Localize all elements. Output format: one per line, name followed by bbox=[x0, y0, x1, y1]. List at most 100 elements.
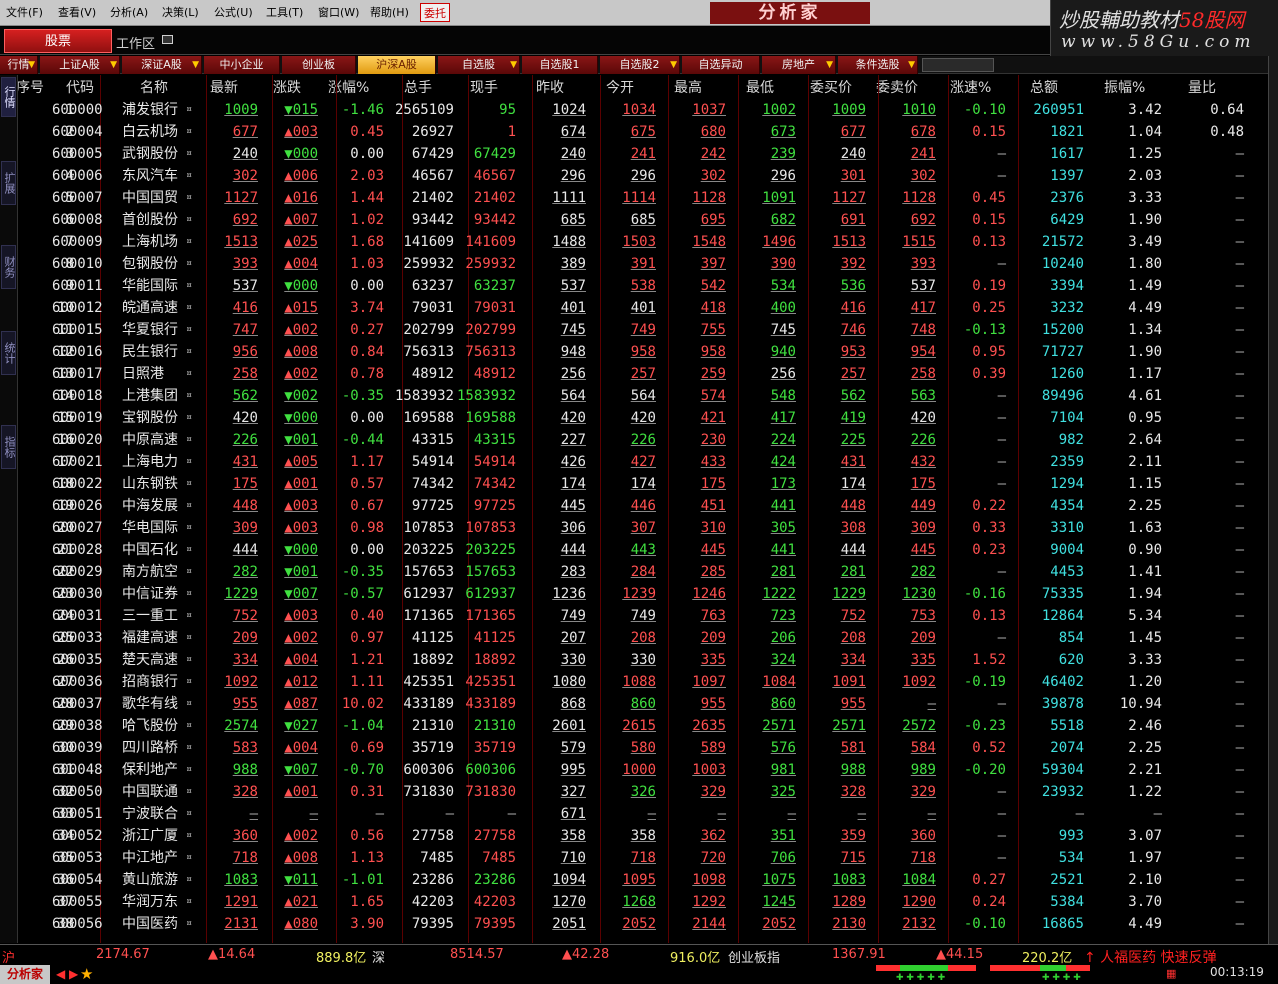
workspace-window-icon[interactable] bbox=[162, 35, 173, 44]
stock-name[interactable]: 武钢股份 bbox=[122, 143, 178, 165]
stock-name[interactable]: 宝钢股份 bbox=[122, 407, 178, 429]
stock-code[interactable]: 600017 bbox=[52, 363, 103, 385]
stock-code[interactable]: 600050 bbox=[52, 781, 103, 803]
table-row[interactable]: 13 600017 日照港 ¤ 258 ▲002 0.78 48912 48912 256 257 2… bbox=[18, 363, 1268, 385]
column-header[interactable]: 总额 bbox=[1030, 77, 1058, 97]
stock-code[interactable]: 600004 bbox=[52, 121, 103, 143]
board-tab-9[interactable]: 自选异动 bbox=[682, 56, 760, 74]
table-row[interactable]: 3 600005 武钢股份 ¤ 240 ▼000 0.00 67429 67429 240 241 2… bbox=[18, 143, 1268, 165]
stock-code[interactable]: 600006 bbox=[52, 165, 103, 187]
stock-name[interactable]: 福建高速 bbox=[122, 627, 178, 649]
column-header[interactable]: 最高 bbox=[674, 77, 702, 97]
table-row[interactable]: 11 600015 华夏银行 ¤ 747 ▲002 0.27 202799 202799 745 7… bbox=[18, 319, 1268, 341]
table-row[interactable]: 36 600054 黄山旅游 ¤ 1083 ▼011 -1.01 23286 23286 1094… bbox=[18, 869, 1268, 891]
info-mark-icon[interactable]: ¤ bbox=[186, 121, 192, 143]
stock-name[interactable]: 包钢股份 bbox=[122, 253, 178, 275]
stock-code[interactable]: 600007 bbox=[52, 187, 103, 209]
info-mark-icon[interactable]: ¤ bbox=[186, 759, 192, 781]
board-tab-10[interactable]: 房地产 ▼ bbox=[762, 56, 836, 74]
chevron-down-icon[interactable]: ▼ bbox=[510, 56, 517, 74]
stock-name[interactable]: 华夏银行 bbox=[122, 319, 178, 341]
stock-code[interactable]: 600026 bbox=[52, 495, 103, 517]
stock-code[interactable]: 600037 bbox=[52, 693, 103, 715]
stock-code[interactable]: 600008 bbox=[52, 209, 103, 231]
column-header[interactable]: 总手 bbox=[404, 77, 432, 97]
stock-code[interactable]: 600036 bbox=[52, 671, 103, 693]
table-row[interactable]: 35 600053 中江地产 ¤ 718 ▲008 1.13 7485 7485 710 718 72… bbox=[18, 847, 1268, 869]
table-row[interactable]: 21 600028 中国石化 ¤ 444 ▼000 0.00 203225 203225 444 4… bbox=[18, 539, 1268, 561]
table-row[interactable]: 4 600006 东风汽车 ¤ 302 ▲006 2.03 46567 46567 296 296 3… bbox=[18, 165, 1268, 187]
stock-code[interactable]: 600000 bbox=[52, 99, 103, 121]
column-header[interactable]: 代码 bbox=[66, 77, 94, 97]
menu-file[interactable]: 文件(F) bbox=[6, 4, 43, 20]
stock-name[interactable]: 山东钢铁 bbox=[122, 473, 178, 495]
info-mark-icon[interactable]: ¤ bbox=[186, 275, 192, 297]
stock-name[interactable]: 上港集团 bbox=[122, 385, 178, 407]
favorite-star-icon[interactable]: ★ bbox=[80, 965, 93, 983]
column-header[interactable]: 序号 bbox=[18, 77, 44, 97]
column-header[interactable]: 涨速% bbox=[950, 77, 991, 97]
stock-code[interactable]: 600053 bbox=[52, 847, 103, 869]
column-header[interactable]: 现手 bbox=[470, 77, 498, 97]
stock-code[interactable]: 600012 bbox=[52, 297, 103, 319]
table-row[interactable]: 2 600004 白云机场 ¤ 677 ▲003 0.45 26927 1 674 675 680 67… bbox=[18, 121, 1268, 143]
table-row[interactable]: 10 600012 皖通高速 ¤ 416 ▲015 3.74 79031 79031 401 401… bbox=[18, 297, 1268, 319]
stock-name[interactable]: 皖通高速 bbox=[122, 297, 178, 319]
board-tab-5[interactable]: 沪深A股 bbox=[358, 56, 436, 74]
table-row[interactable]: 1 600000 浦发银行 ¤ 1009 ▼015 -1.46 2565109 95 1024 10… bbox=[18, 99, 1268, 121]
column-header[interactable]: 委买价 bbox=[810, 77, 852, 97]
stock-name[interactable]: 黄山旅游 bbox=[122, 869, 178, 891]
board-tab-2[interactable]: 深证A股 ▼ bbox=[122, 56, 202, 74]
stock-code[interactable]: 600033 bbox=[52, 627, 103, 649]
column-header[interactable]: 昨收 bbox=[536, 77, 564, 97]
info-mark-icon[interactable]: ¤ bbox=[186, 209, 192, 231]
info-mark-icon[interactable]: ¤ bbox=[186, 913, 192, 935]
alert-ticker[interactable]: ↑ 人福医药 快速反弹 bbox=[1084, 947, 1217, 967]
info-mark-icon[interactable]: ¤ bbox=[186, 407, 192, 429]
column-header[interactable]: 最低 bbox=[746, 77, 774, 97]
info-mark-icon[interactable]: ¤ bbox=[186, 297, 192, 319]
prev-next-arrows[interactable]: ◀ ▶ bbox=[56, 967, 78, 981]
board-tab-7[interactable]: 自选股1 bbox=[522, 56, 598, 74]
column-header[interactable]: 量比 bbox=[1188, 77, 1216, 97]
table-row[interactable]: 19 600026 中海发展 ¤ 448 ▲003 0.67 97725 97725 445 446… bbox=[18, 495, 1268, 517]
stock-name[interactable]: 招商银行 bbox=[122, 671, 178, 693]
stock-name[interactable]: 四川路桥 bbox=[122, 737, 178, 759]
stock-name[interactable]: 中国联通 bbox=[122, 781, 178, 803]
menu-view[interactable]: 查看(V) bbox=[58, 4, 96, 20]
table-row[interactable]: 27 600036 招商银行 ¤ 1092 ▲012 1.11 425351 425351 108… bbox=[18, 671, 1268, 693]
info-mark-icon[interactable]: ¤ bbox=[186, 649, 192, 671]
menu-formula[interactable]: 公式(U) bbox=[214, 4, 253, 20]
info-mark-icon[interactable]: ¤ bbox=[186, 869, 192, 891]
chart-toggle-icon[interactable]: ▦ bbox=[1166, 967, 1176, 980]
column-header[interactable]: 涨幅% bbox=[328, 77, 369, 97]
board-tab-0[interactable]: 行情 ▼ bbox=[0, 56, 38, 74]
info-mark-icon[interactable]: ¤ bbox=[186, 671, 192, 693]
info-mark-icon[interactable]: ¤ bbox=[186, 429, 192, 451]
table-row[interactable]: 30 600039 四川路桥 ¤ 583 ▲004 0.69 35719 35719 579 580… bbox=[18, 737, 1268, 759]
stock-code[interactable]: 600054 bbox=[52, 869, 103, 891]
stock-name[interactable]: 中国医药 bbox=[122, 913, 178, 935]
stock-code[interactable]: 600051 bbox=[52, 803, 103, 825]
table-row[interactable]: 17 600021 上海电力 ¤ 431 ▲005 1.17 54914 54914 426 427… bbox=[18, 451, 1268, 473]
info-mark-icon[interactable]: ¤ bbox=[186, 847, 192, 869]
stock-name[interactable]: 华润万东 bbox=[122, 891, 178, 913]
board-tab-8[interactable]: 自选股2 ▼ bbox=[600, 56, 680, 74]
table-row[interactable]: 32 600050 中国联通 ¤ 328 ▲001 0.31 731830 731830 327 3… bbox=[18, 781, 1268, 803]
table-row[interactable]: 23 600030 中信证券 ¤ 1229 ▼007 -0.57 612937 612937 12… bbox=[18, 583, 1268, 605]
menu-help[interactable]: 帮助(H) bbox=[370, 4, 409, 20]
info-mark-icon[interactable]: ¤ bbox=[186, 187, 192, 209]
stock-name[interactable]: 首创股份 bbox=[122, 209, 178, 231]
side-tab-0[interactable]: 行情 bbox=[1, 77, 16, 117]
stock-code[interactable]: 600056 bbox=[52, 913, 103, 935]
side-tab-1[interactable]: 扩展 bbox=[1, 161, 16, 205]
stock-code[interactable]: 600028 bbox=[52, 539, 103, 561]
tab-workspace[interactable]: 工作区 bbox=[116, 33, 155, 52]
stock-name[interactable]: 东风汽车 bbox=[122, 165, 178, 187]
entrust-button[interactable]: 委托 bbox=[420, 3, 450, 22]
table-row[interactable]: 37 600055 华润万东 ¤ 1291 ▲021 1.65 42203 42203 1270 1… bbox=[18, 891, 1268, 913]
table-row[interactable]: 15 600019 宝钢股份 ¤ 420 ▼000 0.00 169588 169588 420 4… bbox=[18, 407, 1268, 429]
table-row[interactable]: 16 600020 中原高速 ¤ 226 ▼001 -0.44 43315 43315 227 22… bbox=[18, 429, 1268, 451]
stock-code[interactable]: 600027 bbox=[52, 517, 103, 539]
stock-code[interactable]: 600009 bbox=[52, 231, 103, 253]
